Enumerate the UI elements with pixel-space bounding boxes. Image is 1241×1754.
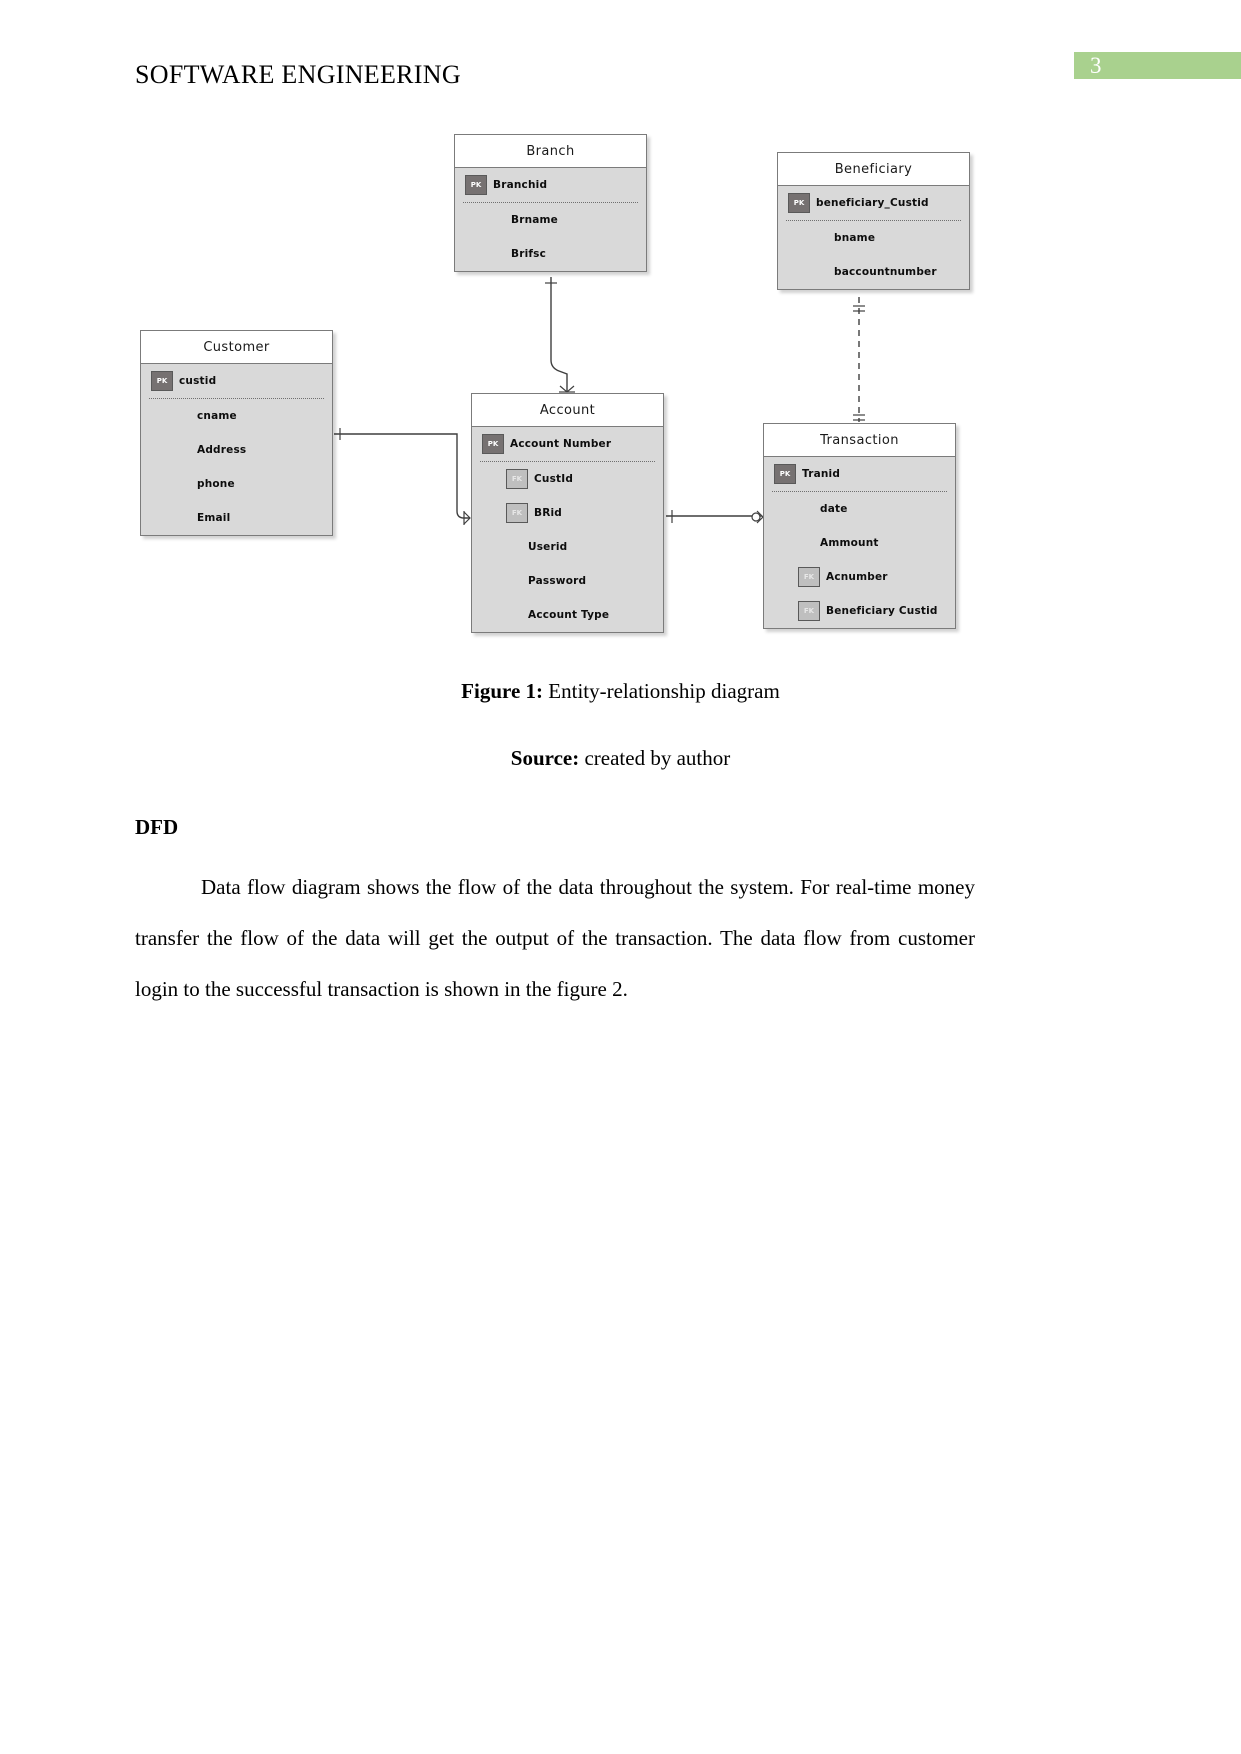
- fk-badge-icon: FK: [798, 567, 820, 587]
- attribute-row: Address: [141, 433, 332, 467]
- figure-source-text: created by author: [579, 746, 731, 770]
- attribute-name: Email: [197, 512, 231, 524]
- fk-badge-icon: FK: [506, 503, 528, 523]
- attribute-name: Tranid: [802, 468, 841, 480]
- attribute-row: PK Branchid: [455, 168, 646, 202]
- attribute-row: FK Acnumber: [764, 560, 955, 594]
- figure-source-label: Source:: [510, 746, 580, 770]
- entity-account-title: Account: [472, 394, 663, 427]
- attribute-name: CustId: [534, 473, 574, 485]
- attribute-name: Account Number: [510, 438, 612, 450]
- entity-customer: Customer PK custid cname Address phone E…: [140, 330, 333, 536]
- attribute-row: PK Tranid: [764, 457, 955, 491]
- attribute-name: Brname: [511, 214, 559, 226]
- attribute-row: bname: [778, 221, 969, 255]
- relationship-account-transaction: [666, 510, 764, 524]
- entity-transaction-title: Transaction: [764, 424, 955, 457]
- attribute-row: PK Account Number: [472, 427, 663, 461]
- entity-beneficiary-title: Beneficiary: [778, 153, 969, 186]
- attribute-row: FK BRid: [472, 496, 663, 530]
- attribute-row: baccountnumber: [778, 255, 969, 289]
- attribute-name: bname: [834, 232, 876, 244]
- entity-beneficiary-attributes: PK beneficiary_Custid bname baccountnumb…: [778, 186, 969, 289]
- entity-account-attributes: PK Account Number FK CustId FK BRid User…: [472, 427, 663, 632]
- attribute-row: Brname: [455, 203, 646, 237]
- attribute-row: Email: [141, 501, 332, 535]
- entity-branch-title: Branch: [455, 135, 646, 168]
- entity-account: Account PK Account Number FK CustId FK B…: [471, 393, 664, 633]
- figure-caption-label: Figure 1:: [461, 679, 544, 703]
- attribute-name: Account Type: [528, 609, 610, 621]
- attribute-row: FK CustId: [472, 462, 663, 496]
- attribute-name: Acnumber: [826, 571, 888, 583]
- attribute-row: Password: [472, 564, 663, 598]
- relationship-branch-account: [545, 277, 575, 393]
- attribute-row: FK Beneficiary Custid: [764, 594, 955, 628]
- fk-badge-icon: FK: [798, 601, 820, 621]
- attribute-row: date: [764, 492, 955, 526]
- relationship-beneficiary-transaction: [853, 297, 865, 422]
- attribute-name: phone: [197, 478, 235, 490]
- section-heading-dfd: DFD: [135, 815, 179, 839]
- attribute-name: Ammount: [820, 537, 879, 549]
- entity-customer-attributes: PK custid cname Address phone Email: [141, 364, 332, 535]
- entity-customer-title: Customer: [141, 331, 332, 364]
- attribute-row: Brifsc: [455, 237, 646, 271]
- attribute-name: date: [820, 503, 848, 515]
- attribute-row: Userid: [472, 530, 663, 564]
- page-number-badge: 3: [1074, 52, 1241, 79]
- pk-badge-icon: PK: [774, 464, 796, 484]
- attribute-name: beneficiary_Custid: [816, 197, 929, 209]
- pk-badge-icon: PK: [151, 371, 173, 391]
- attribute-row: phone: [141, 467, 332, 501]
- document-title: SOFTWARE ENGINEERING: [135, 60, 461, 89]
- attribute-name: Beneficiary Custid: [826, 605, 938, 617]
- attribute-row: PK beneficiary_Custid: [778, 186, 969, 220]
- attribute-name: baccountnumber: [834, 266, 937, 278]
- attribute-row: Ammount: [764, 526, 955, 560]
- attribute-name: Userid: [528, 541, 568, 553]
- attribute-name: custid: [179, 375, 217, 387]
- fk-badge-icon: FK: [506, 469, 528, 489]
- attribute-name: Address: [197, 444, 247, 456]
- pk-badge-icon: PK: [788, 193, 810, 213]
- attribute-name: cname: [197, 410, 237, 422]
- pk-badge-icon: PK: [482, 434, 504, 454]
- attribute-row: PK custid: [141, 364, 332, 398]
- entity-transaction: Transaction PK Tranid date Ammount FK Ac…: [763, 423, 956, 629]
- entity-transaction-attributes: PK Tranid date Ammount FK Acnumber FK Be…: [764, 457, 955, 628]
- figure-caption: Figure 1: Entity-relationship diagram: [0, 676, 1241, 706]
- attribute-name: Brifsc: [511, 248, 547, 260]
- figure-caption-text: Entity-relationship diagram: [543, 679, 780, 703]
- entity-branch-attributes: PK Branchid Brname Brifsc: [455, 168, 646, 271]
- page-number: 3: [1090, 53, 1102, 78]
- attribute-name: Password: [528, 575, 587, 587]
- attribute-name: Branchid: [493, 179, 548, 191]
- attribute-name: BRid: [534, 507, 563, 519]
- page-header: SOFTWARE ENGINEERING 3: [0, 52, 1241, 104]
- pk-badge-icon: PK: [465, 175, 487, 195]
- entity-branch: Branch PK Branchid Brname Brifsc: [454, 134, 647, 272]
- attribute-row: Account Type: [472, 598, 663, 632]
- entity-beneficiary: Beneficiary PK beneficiary_Custid bname …: [777, 152, 970, 290]
- body-paragraph: Data flow diagram shows the flow of the …: [135, 875, 975, 1001]
- attribute-row: cname: [141, 399, 332, 433]
- figure-source: Source: created by author: [0, 743, 1241, 773]
- relationship-customer-account: [334, 428, 471, 525]
